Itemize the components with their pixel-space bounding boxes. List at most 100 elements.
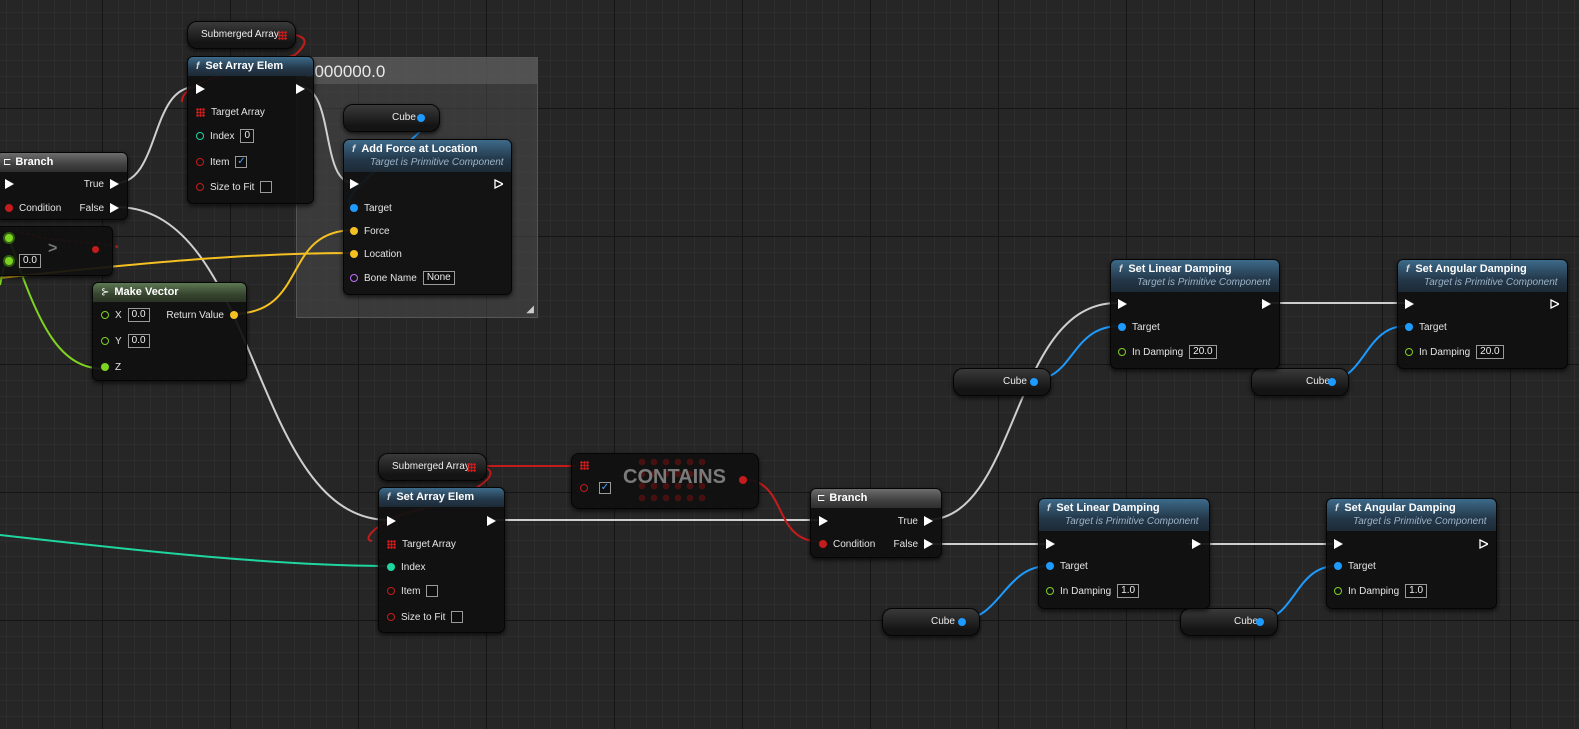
contains-checkbox[interactable]: ✓ xyxy=(599,482,611,494)
exec-out-pin[interactable] xyxy=(1262,299,1271,309)
vector-pin[interactable] xyxy=(350,227,358,235)
cube-getter[interactable]: Cube xyxy=(882,608,980,636)
object-pin[interactable] xyxy=(350,204,358,212)
item-checkbox[interactable]: ✓ xyxy=(235,156,248,168)
submerged-array-getter[interactable]: Submerged Array xyxy=(187,21,296,49)
exec-false-pin[interactable] xyxy=(924,539,933,549)
exec-out-pin[interactable] xyxy=(1479,539,1488,549)
array-pin-icon[interactable] xyxy=(580,461,589,470)
float-pin[interactable] xyxy=(1334,587,1342,595)
size-to-fit-checkbox[interactable] xyxy=(260,181,273,193)
node-title: Set Angular Damping xyxy=(1415,263,1527,275)
bool-pin[interactable] xyxy=(196,183,204,191)
submerged-array-getter[interactable]: Submerged Array xyxy=(378,453,487,481)
bool-pin[interactable] xyxy=(5,204,13,212)
bool-pin[interactable] xyxy=(580,484,588,492)
exec-in-pin[interactable] xyxy=(1405,299,1414,309)
object-pin[interactable] xyxy=(1334,562,1342,570)
bool-pin[interactable] xyxy=(819,540,827,548)
set-array-elem-node[interactable]: f Set Array Elem Target Array Index Item … xyxy=(378,487,505,633)
bool-pin[interactable] xyxy=(387,613,395,621)
size-to-fit-checkbox[interactable] xyxy=(451,611,464,623)
float-pin[interactable] xyxy=(101,311,109,319)
damping-input[interactable]: 20.0 xyxy=(1189,345,1217,359)
getter-label: Cube xyxy=(1003,376,1027,387)
array-pin-icon[interactable] xyxy=(467,463,476,472)
float-pin[interactable] xyxy=(5,234,13,242)
set-linear-damping-node[interactable]: f Set Linear Damping Target is Primitive C… xyxy=(1038,498,1210,609)
contains-node[interactable]: ✓ CONTAINS xyxy=(571,453,759,509)
getter-label: Cube xyxy=(1306,376,1330,387)
exec-in-pin[interactable] xyxy=(5,179,14,189)
y-input[interactable]: 0.0 xyxy=(127,334,150,348)
vector-pin[interactable] xyxy=(230,311,238,319)
comment-title[interactable]: 1000000.0 xyxy=(297,58,537,84)
exec-out-pin[interactable] xyxy=(487,516,496,526)
float-pin[interactable] xyxy=(5,257,13,265)
compare-float-node[interactable]: 0.0 > xyxy=(0,226,113,276)
damping-input[interactable]: 20.0 xyxy=(1476,345,1504,359)
item-checkbox[interactable] xyxy=(426,585,439,597)
cube-getter[interactable]: Cube xyxy=(1251,368,1349,396)
branch-node[interactable]: ⊏ Branch True Condition False xyxy=(0,152,128,220)
name-pin[interactable] xyxy=(350,274,358,282)
bool-pin[interactable] xyxy=(92,246,99,253)
object-pin[interactable] xyxy=(417,114,425,122)
float-pin[interactable] xyxy=(101,363,109,371)
exec-true-pin[interactable] xyxy=(110,179,119,189)
integer-pin[interactable] xyxy=(196,132,204,140)
float-pin[interactable] xyxy=(1046,587,1054,595)
bone-name-input[interactable]: None xyxy=(422,271,455,285)
exec-false-pin[interactable] xyxy=(110,203,119,213)
set-angular-damping-node[interactable]: f Set Angular Damping Target is Primitive … xyxy=(1397,259,1568,369)
branch-node[interactable]: ⊏ Branch True Condition False xyxy=(810,488,942,558)
float-pin[interactable] xyxy=(101,337,109,345)
exec-in-pin[interactable] xyxy=(387,516,396,526)
exec-out-pin[interactable] xyxy=(1550,299,1559,309)
index-input[interactable]: 0 xyxy=(240,129,255,143)
exec-in-pin[interactable] xyxy=(1118,299,1127,309)
array-pin-icon[interactable] xyxy=(387,539,396,549)
pin-label: Target xyxy=(1348,560,1376,572)
exec-out-pin[interactable] xyxy=(296,84,305,94)
set-array-elem-node[interactable]: f Set Array Elem Target Array Index 0 Item… xyxy=(187,56,314,204)
exec-in-pin[interactable] xyxy=(1334,539,1343,549)
object-pin[interactable] xyxy=(958,618,966,626)
exec-out-pin[interactable] xyxy=(1192,539,1201,549)
array-pin-icon[interactable] xyxy=(278,31,287,40)
object-pin[interactable] xyxy=(1118,323,1126,331)
exec-in-pin[interactable] xyxy=(350,179,359,189)
make-vector-node[interactable]: ⊱ Make Vector X 0.0 Return Value Y 0.0 Z xyxy=(92,282,247,381)
cube-getter[interactable]: Cube xyxy=(953,368,1051,396)
exec-in-pin[interactable] xyxy=(1046,539,1055,549)
exec-in-pin[interactable] xyxy=(819,516,828,526)
float-pin[interactable] xyxy=(1405,348,1413,356)
add-force-at-location-node[interactable]: f Add Force at Location Target is Primitiv… xyxy=(343,139,512,295)
bool-pin[interactable] xyxy=(387,587,395,595)
vector-pin[interactable] xyxy=(350,250,358,258)
x-input[interactable]: 0.0 xyxy=(127,308,150,322)
object-pin[interactable] xyxy=(1256,618,1264,626)
float-input[interactable]: 0.0 xyxy=(19,254,41,268)
exec-out-pin[interactable] xyxy=(494,179,503,189)
object-pin[interactable] xyxy=(1405,323,1413,331)
integer-pin[interactable] xyxy=(387,563,395,571)
exec-true-pin[interactable] xyxy=(924,516,933,526)
cube-getter[interactable]: Cube xyxy=(1180,608,1278,636)
float-pin[interactable] xyxy=(1118,348,1126,356)
object-pin[interactable] xyxy=(1328,378,1336,386)
node-title: Set Array Elem xyxy=(396,491,475,503)
bool-pin[interactable] xyxy=(739,476,747,484)
resize-handle-icon[interactable]: ◢ xyxy=(526,304,534,315)
object-pin[interactable] xyxy=(1046,562,1054,570)
exec-in-pin[interactable] xyxy=(196,84,205,94)
set-angular-damping-node[interactable]: f Set Angular Damping Target is Primitive … xyxy=(1326,498,1497,609)
damping-input[interactable]: 1.0 xyxy=(1405,584,1428,598)
cube-getter[interactable]: Cube xyxy=(343,104,440,132)
damping-input[interactable]: 1.0 xyxy=(1117,584,1140,598)
array-pin-icon[interactable] xyxy=(196,107,205,117)
function-icon: f xyxy=(1119,264,1123,275)
set-linear-damping-node[interactable]: f Set Linear Damping Target is Primitive C… xyxy=(1110,259,1280,369)
bool-pin[interactable] xyxy=(196,158,204,166)
object-pin[interactable] xyxy=(1030,378,1038,386)
